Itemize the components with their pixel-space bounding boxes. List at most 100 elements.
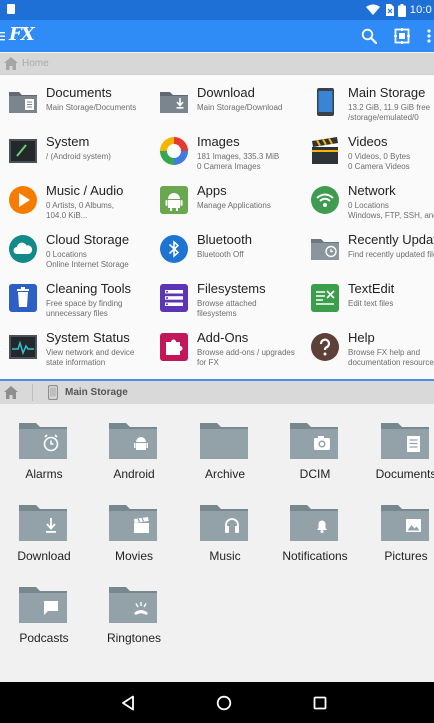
tile-subtitle: 13.2 GiB, 11.9 GiB free/storage/emulated… <box>348 103 431 122</box>
folder-camera-icon <box>290 423 338 459</box>
folder-label: Notifications <box>282 549 348 563</box>
tile-cleaning-tools[interactable]: Cleaning Tools Free space by finding unne… <box>0 271 151 319</box>
folder-android-icon <box>109 423 157 459</box>
tile-system[interactable]: System / (Android system) <box>0 124 151 172</box>
tile-subtitle: 0 Locations Online Internet Storage <box>46 250 129 269</box>
tile-title: Videos <box>348 134 388 149</box>
select-icon <box>394 28 410 44</box>
tile-title: Help <box>348 330 375 345</box>
tile-subtitle: Main Storage/Download <box>197 103 283 112</box>
folder-alarms[interactable]: Alarms <box>0 404 90 481</box>
app-logo: FX <box>9 24 35 45</box>
breadcrumb-separator <box>32 384 33 401</box>
recents-icon <box>313 696 327 710</box>
folder-download-icon <box>19 505 67 541</box>
tile-subtitle: 0 Videos, 0 Bytes 0 Camera Videos <box>348 152 411 171</box>
tile-title: Cloud Storage <box>46 232 130 247</box>
folder-label: Download <box>17 549 71 563</box>
monitor-icon <box>9 335 37 359</box>
recents-button[interactable] <box>309 692 331 714</box>
home-button[interactable] <box>213 692 235 714</box>
breadcrumb-label[interactable]: Main Storage <box>65 387 128 398</box>
wifi-status-icon <box>365 4 380 15</box>
search-icon <box>361 28 377 44</box>
folder-ringtone-icon <box>109 587 157 623</box>
tile-subtitle: Browse FX help and documentation resource… <box>348 348 434 367</box>
tile-cloud-storage[interactable]: Cloud Storage 0 Locations Online Internet… <box>0 222 151 270</box>
tile-subtitle: 0 LocationsWindows, FTP, SSH, and... <box>348 201 434 220</box>
folder-label: Alarms <box>25 467 63 481</box>
textedit-icon <box>311 284 339 312</box>
tile-filesystems[interactable]: Filesystems Browse attached filesystems <box>151 271 302 319</box>
home-icon[interactable] <box>4 57 18 70</box>
tile-recently-updated[interactable]: Recently Updated Find recently updated f… <box>302 222 434 270</box>
tile-textedit[interactable]: TextEdit Edit text files <box>302 271 434 319</box>
folder-document-icon <box>381 423 429 459</box>
folder-label: Documents <box>375 467 434 481</box>
tile-apps[interactable]: Apps Manage Applications <box>151 173 302 221</box>
puzzle-icon <box>160 333 188 361</box>
status-bar: 10:0 <box>0 0 434 20</box>
tile-subtitle: / (Android system) <box>46 152 111 161</box>
tile-title: Images <box>197 134 240 149</box>
tile-title: Recently Updated <box>348 232 434 247</box>
select-button[interactable] <box>391 25 413 47</box>
tile-music-audio[interactable]: Music / Audio 0 Artists, 0 Albums, 104.0 … <box>0 173 151 221</box>
tile-videos[interactable]: Videos 0 Videos, 0 Bytes 0 Camera Videos <box>302 124 434 172</box>
tile-bluetooth[interactable]: Bluetooth Bluetooth Off <box>151 222 302 270</box>
breadcrumb-label[interactable]: Home <box>22 58 49 69</box>
overflow-menu-button[interactable] <box>422 25 434 47</box>
back-icon <box>122 695 134 711</box>
folder-podcasts[interactable]: Podcasts <box>0 568 90 645</box>
tile-subtitle: 0 Artists, 0 Albums, 104.0 KiB... <box>46 201 115 220</box>
tile-title: System <box>46 134 90 149</box>
menu-icon[interactable] <box>0 29 6 43</box>
tile-subtitle: Browse add-ons / upgrades for FX <box>197 348 295 367</box>
folder-android[interactable]: Android <box>90 404 180 481</box>
tile-help[interactable]: Help Browse FX help and documentation res… <box>302 320 434 368</box>
tile-network[interactable]: Network 0 Locations Windows, FTP, SSH, an… <box>302 173 434 221</box>
phone-icon <box>48 385 58 400</box>
tile-add-ons[interactable]: Add-Ons Browse add-ons / upgrades for FX <box>151 320 302 368</box>
folder-music[interactable]: Music <box>181 486 271 563</box>
folder-dcim[interactable]: DCIM <box>271 404 361 481</box>
back-button[interactable] <box>117 692 139 714</box>
bluetooth-icon <box>160 235 188 263</box>
tile-title: Filesystems <box>197 281 266 296</box>
folder-alarms-icon <box>19 423 67 459</box>
folder-notifications[interactable]: Notifications <box>271 486 361 563</box>
folder-label: Pictures <box>384 549 428 563</box>
navigation-bar <box>0 682 434 723</box>
folder-download[interactable]: Download <box>0 486 90 563</box>
folder-label: Music <box>209 549 241 563</box>
terminal-icon <box>9 139 37 163</box>
folder-headphones-icon <box>200 505 248 541</box>
tile-title: Bluetooth <box>197 232 252 247</box>
tile-documents[interactable]: Documents Main Storage/Documents <box>0 75 151 123</box>
images-icon <box>160 137 188 165</box>
tile-main-storage[interactable]: Main Storage 13.2 GiB, 11.9 GiB free/sto… <box>302 75 434 123</box>
tile-images[interactable]: Images 181 Images, 335.3 MiB 0 Camera Ima… <box>151 124 302 172</box>
battery-icon <box>397 3 406 17</box>
folder-pictures[interactable]: Pictures <box>362 486 434 563</box>
play-icon <box>9 186 37 214</box>
folder-label: Archive <box>204 467 245 481</box>
clock-folder-icon <box>311 239 339 260</box>
home-circle-icon <box>216 695 232 711</box>
folder-archive[interactable]: Archive <box>181 404 271 481</box>
folder-documents[interactable]: Documents <box>362 404 434 481</box>
search-button[interactable] <box>358 25 380 47</box>
folder-label: DCIM <box>299 467 331 481</box>
tile-subtitle: Find recently updated files <box>348 250 434 259</box>
overflow-icon <box>427 29 431 43</box>
folder-ringtones[interactable]: Ringtones <box>90 568 180 645</box>
folder-movies[interactable]: Movies <box>90 486 180 563</box>
tile-download[interactable]: Download Main Storage/Download <box>151 75 302 123</box>
launcher-grid: Documents Main Storage/Documents Downloa… <box>0 75 434 379</box>
tile-title: System Status <box>46 330 130 345</box>
clapper-icon <box>312 137 338 164</box>
tile-title: Music / Audio <box>46 183 124 198</box>
home-icon[interactable] <box>4 386 18 399</box>
tile-title: Apps <box>197 183 227 198</box>
tile-system-status[interactable]: System Status View network and device sta… <box>0 320 151 368</box>
